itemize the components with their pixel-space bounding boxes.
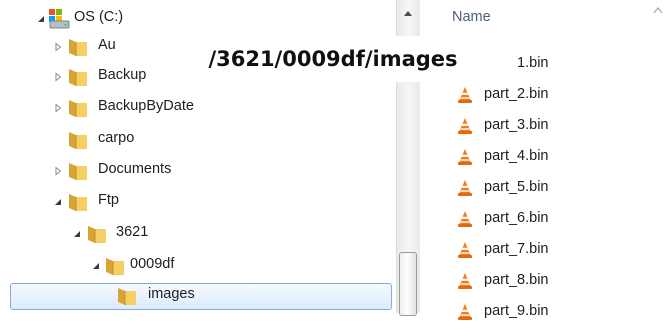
file-row[interactable]: part_5.bin [420, 174, 670, 202]
sort-arrow-icon [653, 2, 663, 14]
folder-icon [67, 97, 89, 119]
vlc-cone-icon [456, 241, 474, 259]
folder-icon [67, 129, 89, 151]
folder-icon [67, 36, 89, 58]
tree-item-ftp[interactable]: Ftp [0, 187, 395, 217]
folder-icon [86, 223, 108, 245]
name-column-header[interactable]: Name [452, 9, 491, 25]
folder-icon [67, 66, 89, 88]
folder-icon [104, 255, 126, 277]
tree-item-backupbydate[interactable]: BackupByDate [0, 93, 395, 123]
tree-item-documents[interactable]: Documents [0, 156, 395, 186]
file-name: part_2.bin [484, 86, 549, 102]
vlc-cone-icon [456, 272, 474, 290]
tree-item-label: Documents [98, 161, 172, 177]
scrollbar-thumb[interactable] [399, 252, 417, 316]
tree-item-images[interactable]: images [0, 282, 395, 312]
path-overlay: /3621/0009df/images [148, 36, 518, 82]
folder-icon [67, 160, 89, 182]
vlc-cone-icon [456, 86, 474, 104]
tree-item-label: Backup [98, 67, 147, 83]
expanded-arrow-icon[interactable] [36, 14, 46, 24]
collapsed-arrow-icon[interactable] [53, 72, 63, 82]
vlc-cone-icon [456, 179, 474, 197]
file-row[interactable]: part_3.bin [420, 112, 670, 140]
file-row[interactable]: part_4.bin [420, 143, 670, 171]
tree-item-carpo[interactable]: carpo [0, 125, 395, 155]
collapsed-arrow-icon[interactable] [53, 166, 63, 176]
tree-item-label: 0009df [130, 256, 175, 272]
collapsed-arrow-icon[interactable] [53, 103, 63, 113]
vlc-cone-icon [456, 303, 474, 321]
file-name: part_3.bin [484, 117, 549, 133]
drive-icon [47, 6, 71, 30]
file-row[interactable]: part_9.bin [420, 298, 670, 326]
file-name: part_9.bin [484, 303, 549, 319]
file-name: part_6.bin [484, 210, 549, 226]
scroll-up-arrow-icon[interactable] [398, 2, 418, 28]
file-name: part_4.bin [484, 148, 549, 164]
tree-item-label: images [148, 286, 195, 302]
tree-item-label: BackupByDate [98, 98, 194, 114]
tree-item-label: 3621 [116, 224, 149, 240]
expanded-arrow-icon[interactable] [91, 261, 101, 271]
tree-item-os-c[interactable]: OS (C:) [0, 4, 395, 34]
file-name: part_7.bin [484, 241, 549, 257]
tree-item-label: carpo [98, 130, 135, 146]
vlc-cone-icon [456, 117, 474, 135]
file-name: part_8.bin [484, 272, 549, 288]
expanded-arrow-icon[interactable] [53, 197, 63, 207]
vlc-cone-icon [456, 210, 474, 228]
collapsed-arrow-icon[interactable] [53, 42, 63, 52]
tree-item-label: Au [98, 37, 116, 53]
file-row[interactable]: part_2.bin [420, 81, 670, 109]
tree-item-0009df[interactable]: 0009df [0, 251, 395, 281]
expanded-arrow-icon[interactable] [72, 229, 82, 239]
folder-icon [116, 285, 138, 307]
tree-item-3621[interactable]: 3621 [0, 219, 395, 249]
file-row[interactable]: part_6.bin [420, 205, 670, 233]
vlc-cone-icon [456, 148, 474, 166]
selection-highlight [10, 283, 392, 310]
tree-item-label: Ftp [98, 192, 119, 208]
file-row[interactable]: part_7.bin [420, 236, 670, 264]
tree-item-label: OS (C:) [74, 9, 124, 25]
file-name: part_5.bin [484, 179, 549, 195]
folder-icon [67, 191, 89, 213]
file-row[interactable]: part_8.bin [420, 267, 670, 295]
